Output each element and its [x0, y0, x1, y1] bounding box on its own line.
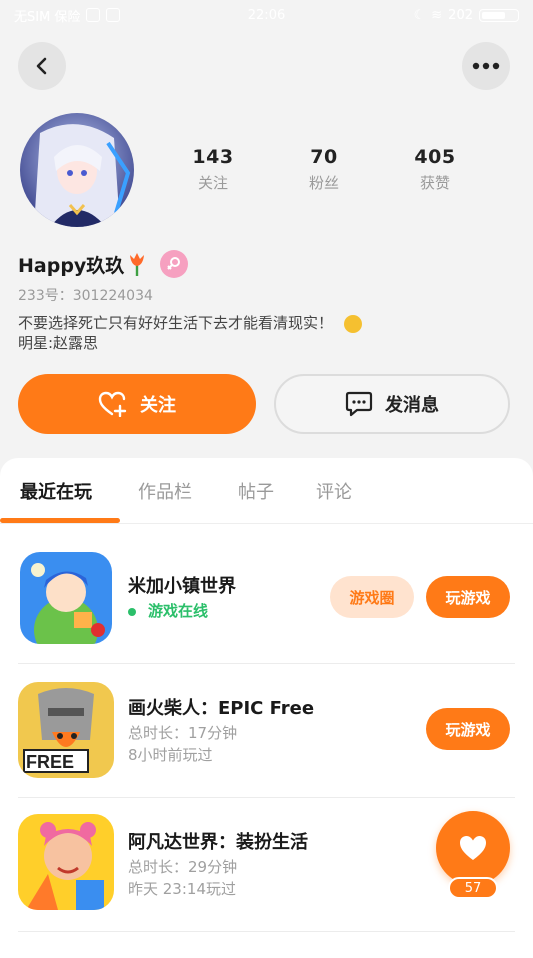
following-label: 关注: [197, 174, 228, 192]
wifi-icon: ≋: [431, 7, 443, 23]
chevron-left-icon: [36, 57, 47, 75]
moon-icon: ☾: [413, 7, 426, 23]
avatar-image: [20, 113, 134, 227]
game-duration: 总时长：17分钟: [128, 724, 238, 742]
stat-following[interactable]: 143 关注: [173, 146, 253, 193]
game-name: 米加小镇世界: [128, 576, 236, 597]
chat-bubble-icon: [345, 391, 373, 417]
game-last-played: 8小时前玩过: [128, 746, 213, 764]
notification-icon: [86, 8, 101, 22]
tab-bar: 最近在玩 作品栏 帖子 评论: [0, 458, 533, 524]
status-left: 无SIM 保险: [14, 6, 121, 25]
like-count: 57: [448, 877, 498, 899]
heart-plus-icon: [98, 391, 127, 417]
more-dots-icon: [472, 62, 500, 70]
game-name: 阿凡达世界：装扮生活: [128, 832, 308, 853]
nickname-row: Happy玖玖: [18, 250, 189, 278]
likes-count: 405: [414, 146, 456, 168]
miga-town-icon: [20, 552, 112, 644]
game-icon-avatar-world[interactable]: [18, 814, 114, 910]
active-tab-indicator: [0, 518, 120, 523]
tab-posts[interactable]: 帖子: [238, 478, 274, 504]
game-circle-button[interactable]: 游戏圈: [330, 576, 414, 618]
game-icon-miga-town[interactable]: [20, 552, 112, 644]
back-button[interactable]: [18, 42, 66, 90]
message-button[interactable]: 发消息: [274, 374, 510, 434]
nickname: Happy玖玖: [18, 254, 125, 277]
game-status: 游戏在线: [128, 600, 208, 621]
game-last-played: 昨天 23:14玩过: [128, 880, 236, 898]
battery-icon: [479, 8, 519, 22]
fans-count: 70: [310, 146, 338, 168]
user-id: 233号：301224034: [18, 288, 153, 304]
avatar-world-icon: [18, 814, 114, 910]
tab-recently-played[interactable]: 最近在玩: [20, 478, 92, 504]
carrier-text: 无SIM 保险: [14, 9, 81, 25]
game-row[interactable]: 米加小镇世界 游戏在线 游戏圈 玩游戏: [0, 530, 533, 664]
bio: 不要选择死亡只有好好生活下去才能看清现实！ 明星:赵露思: [18, 313, 362, 353]
tab-works[interactable]: 作品栏: [138, 478, 192, 504]
fans-label: 粉丝: [308, 174, 339, 192]
tulip-icon: [130, 253, 145, 276]
online-dot-icon: [128, 607, 136, 616]
stat-fans[interactable]: 70 粉丝: [284, 146, 364, 193]
likes-label: 获赞: [419, 174, 450, 192]
game-name: 画火柴人：EPIC Free: [128, 698, 315, 719]
tab-comments[interactable]: 评论: [316, 478, 352, 504]
status-right: ☾ ≋ 202: [414, 8, 519, 23]
play-game-button[interactable]: 玩游戏: [426, 708, 510, 750]
game-icon-draw-stickman[interactable]: FREE: [18, 682, 114, 778]
avatar[interactable]: [20, 113, 134, 227]
online-text: 游戏在线: [148, 602, 209, 620]
follow-button[interactable]: 关注: [18, 374, 256, 434]
bio-line-1: 不要选择死亡只有好好生活下去才能看清现实！: [18, 313, 362, 333]
battery-text: 202: [448, 7, 473, 23]
free-badge-text: FREE: [26, 752, 75, 772]
female-icon: [167, 257, 181, 270]
follow-label: 关注: [140, 395, 176, 416]
like-circle[interactable]: [436, 811, 510, 885]
game-row[interactable]: FREE 画火柴人：EPIC Free 总时长：17分钟 8小时前玩过 玩游戏: [0, 664, 533, 798]
heart-icon: [460, 836, 486, 860]
play-game-button[interactable]: 玩游戏: [426, 576, 510, 618]
message-label: 发消息: [385, 395, 439, 416]
game-duration: 总时长：29分钟: [128, 858, 238, 876]
status-bar: 无SIM 保险 22:06 ☾ ≋ 202: [0, 0, 533, 30]
stat-likes[interactable]: 405 获赞: [395, 146, 475, 193]
bio-line-2: 明星:赵露思: [18, 334, 99, 352]
divider: [18, 931, 515, 932]
floating-like-button[interactable]: 57: [426, 811, 512, 901]
gender-female-badge: [160, 250, 189, 278]
following-count: 143: [192, 146, 234, 168]
sad-face-icon: [343, 314, 362, 333]
bio-text-1: 不要选择死亡只有好好生活下去才能看清现实！: [18, 314, 334, 332]
more-button[interactable]: [462, 42, 510, 90]
app-notification-icon: [106, 8, 121, 22]
